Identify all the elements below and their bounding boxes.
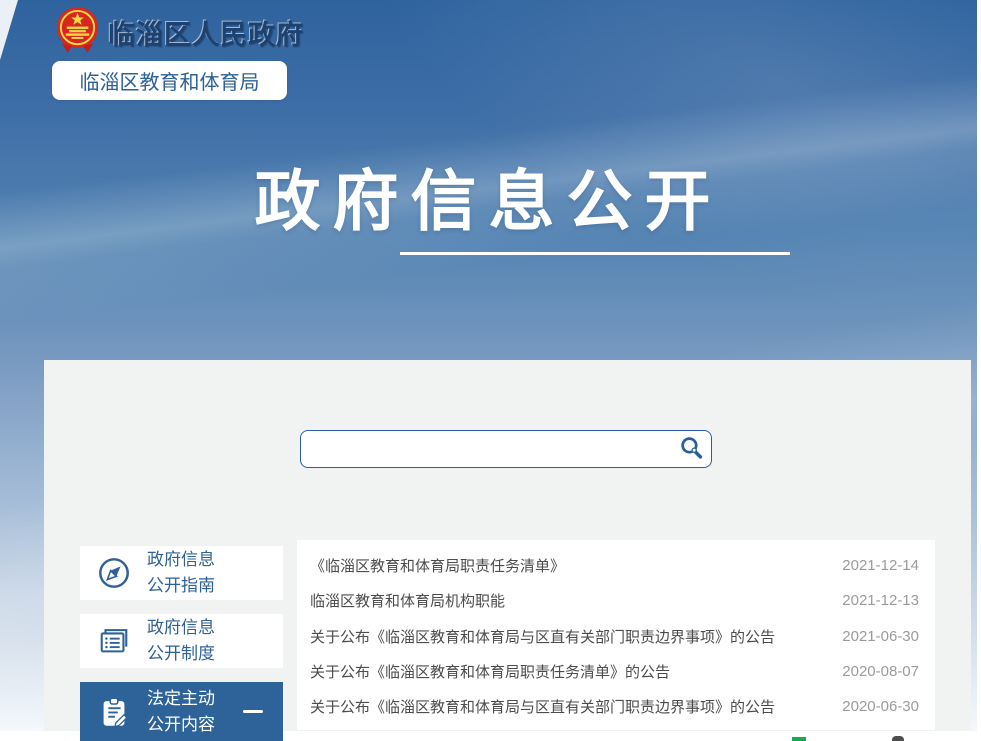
article-date: 2020-08-07 <box>842 663 919 680</box>
clipboard-pencil-icon <box>96 694 132 730</box>
right-edge-strip <box>977 0 981 741</box>
sidebar-item-label: 政府信息 公开指南 <box>147 547 215 599</box>
article-date: 2020-06-30 <box>842 698 919 715</box>
sidebar-item-guide[interactable]: 政府信息 公开指南 <box>80 546 283 600</box>
search-input[interactable] <box>301 431 671 467</box>
list-item[interactable]: 关于公布《临淄区教育和体育局职责任务清单》的公告 2020-08-07 <box>297 654 935 689</box>
list-item[interactable]: 关于公布《临淄区教育和体育局与区直有关部门职责边界事项》的公告 2021-06-… <box>297 618 935 653</box>
search-box <box>300 430 712 468</box>
cutoff-green-icon <box>792 737 806 741</box>
list-item[interactable]: 临淄区教育和体育局机构职能 2021-12-13 <box>297 583 935 618</box>
article-title: 关于公布《临淄区教育和体育局职责任务清单》的公告 <box>310 661 670 682</box>
article-title: 关于公布《临淄区教育和体育局与区直有关部门职责边界事项》的公告 <box>310 626 775 647</box>
article-title: 临淄区教育和体育局机构职能 <box>310 590 505 611</box>
list-item[interactable]: 《临淄区教育和体育局职责任务清单》 2021-12-14 <box>297 548 935 583</box>
article-date: 2021-12-13 <box>842 592 919 609</box>
compass-icon <box>96 555 132 591</box>
sidebar-item-label: 法定主动 公开内容 <box>147 686 215 738</box>
title-underline <box>400 252 790 255</box>
page-title: 政府信息公开 <box>0 148 977 244</box>
article-list: 《临淄区教育和体育局职责任务清单》 2021-12-14 临淄区教育和体育局机构… <box>297 540 935 730</box>
cutoff-dark-icon <box>892 736 904 741</box>
site-title: 临淄区人民政府 <box>108 13 304 52</box>
collapse-minus-icon[interactable] <box>243 710 263 713</box>
department-tab[interactable]: 临淄区教育和体育局 <box>52 61 287 100</box>
corner-highlight <box>0 0 18 60</box>
sidebar-item-system[interactable]: 政府信息 公开制度 <box>80 614 283 668</box>
ledger-icon <box>96 623 132 659</box>
sidebar-item-statutory-disclosure[interactable]: 法定主动 公开内容 <box>80 682 283 741</box>
list-item[interactable]: 关于公布《临淄区教育和体育局与区直有关部门职责边界事项》的公告 2020-06-… <box>297 689 935 724</box>
search-button[interactable] <box>671 431 711 467</box>
article-date: 2021-12-14 <box>842 557 919 574</box>
article-title: 《临淄区教育和体育局职责任务清单》 <box>310 555 565 576</box>
national-emblem-icon <box>54 6 101 55</box>
article-date: 2021-06-30 <box>842 628 919 645</box>
sidebar-item-label: 政府信息 公开制度 <box>147 615 215 667</box>
search-magnifier-icon <box>679 435 704 463</box>
article-title: 关于公布《临淄区教育和体育局与区直有关部门职责边界事项》的公告 <box>310 696 775 717</box>
